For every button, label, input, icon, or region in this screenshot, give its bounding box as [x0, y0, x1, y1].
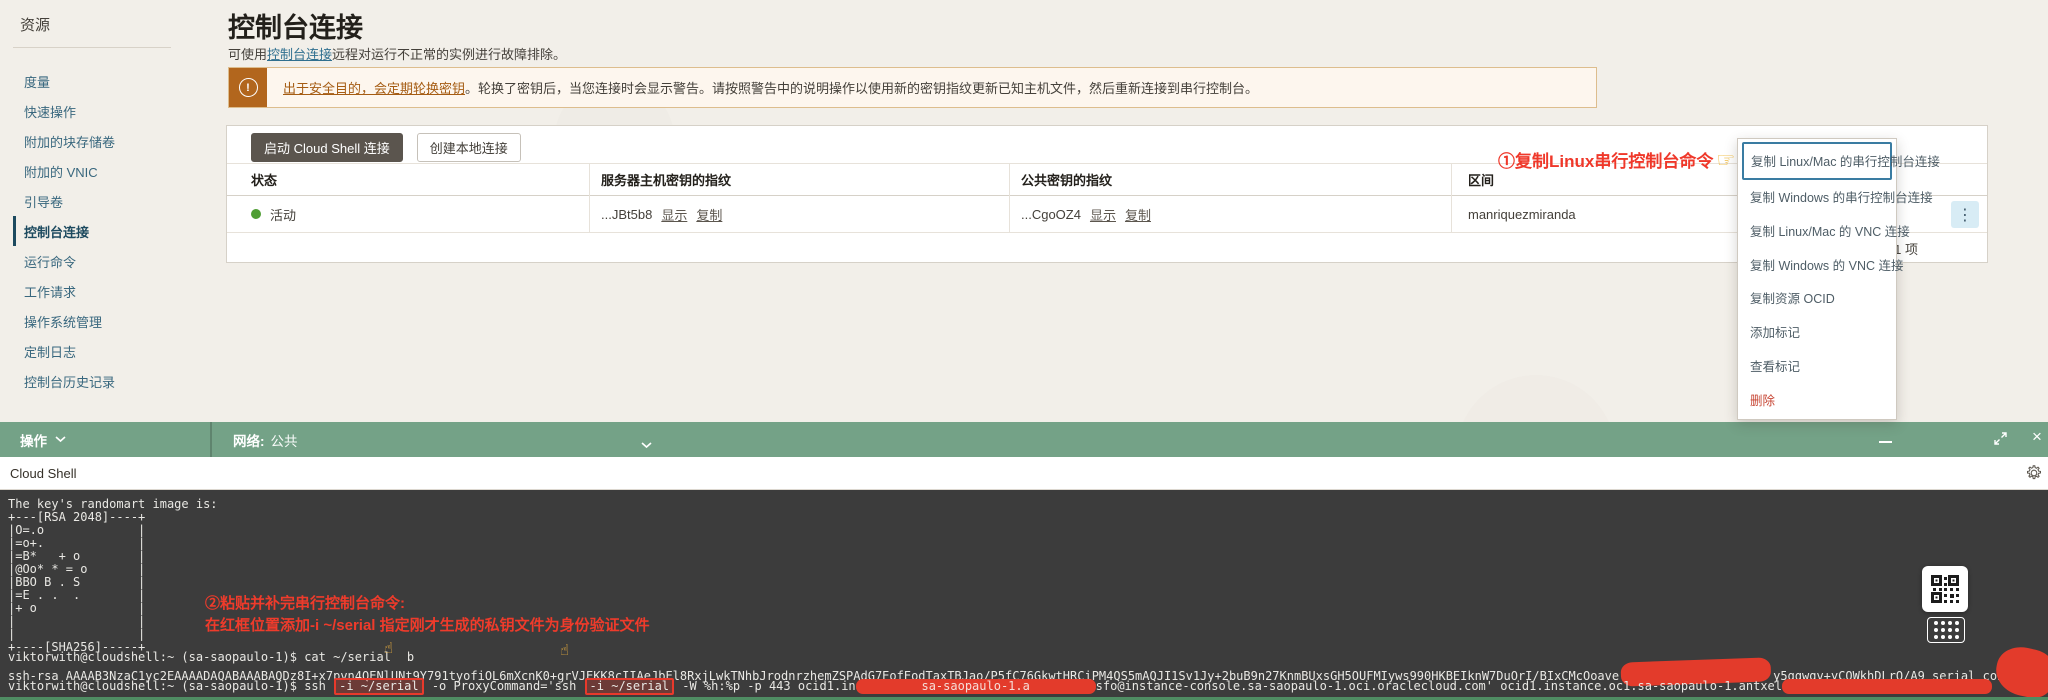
ssh-prompt-text: viktorwith@cloudshell:~ (sa-saopaulo-1)$…: [8, 680, 333, 693]
menu-item-copy-windows-serial[interactable]: 复制 Windows 的串行控制台连接: [1738, 180, 1896, 214]
public-fingerprint-show-link[interactable]: 显示: [1090, 205, 1116, 224]
pointing-right-icon: ☞: [1716, 148, 1735, 172]
actions-dropdown-button[interactable]: 操作: [20, 422, 66, 457]
cloud-shell-header: Cloud Shell: [0, 457, 2048, 490]
launch-cloud-shell-button[interactable]: 启动 Cloud Shell 连接: [251, 133, 403, 162]
sidebar-item-console-connection[interactable]: 控制台连接: [13, 216, 190, 246]
close-icon[interactable]: ×: [2032, 427, 2042, 447]
sidebar-title: 资源: [20, 14, 190, 35]
sidebar-item-run-command[interactable]: 运行命令: [13, 246, 190, 276]
expand-icon[interactable]: [1994, 432, 2007, 450]
key-rotation-link[interactable]: 出于安全目的，会定期轮换密钥: [283, 78, 465, 97]
qr-code-icon: [1931, 575, 1959, 603]
column-public-key-fingerprint: 公共密钥的指纹: [1021, 164, 1112, 195]
qr-code-widget[interactable]: [1922, 566, 1968, 612]
page-title: 控制台连接: [228, 6, 363, 45]
terminal-output: The key's randomart image is: +---[RSA 2…: [8, 498, 218, 654]
resources-sidebar: 资源 度量 快速操作 附加的块存储卷 附加的 VNIC 引导卷 控制台连接 运行…: [0, 0, 190, 396]
row-actions-kebab-icon[interactable]: ⋮: [1951, 201, 1979, 228]
chevron-down-icon: [641, 442, 652, 449]
menu-item-copy-linux-serial[interactable]: 复制 Linux/Mac 的串行控制台连接: [1742, 142, 1892, 180]
console-connections-card: 启动 Cloud Shell 连接 创建本地连接 状态 服务器主机密钥的指纹 公…: [226, 125, 1988, 263]
dots-grid-icon[interactable]: [1927, 617, 1965, 643]
console-connection-doc-link[interactable]: 控制台连接: [267, 47, 332, 62]
menu-item-view-tags[interactable]: 查看标记: [1738, 349, 1896, 383]
desc-suffix: 远程对运行不正常的实例进行故障排除。: [332, 47, 566, 62]
server-fingerprint-cell: ...JBt5b8 显示 复制: [601, 196, 722, 232]
redaction-scribble: [1782, 679, 1992, 694]
server-fingerprint-copy-link[interactable]: 复制: [696, 205, 722, 224]
table-row: 活动 ...JBt5b8 显示 复制 ...CgoOZ4 显示 复制 manri…: [227, 196, 1987, 233]
cloud-shell-title: Cloud Shell: [10, 466, 77, 481]
sidebar-item-attached-block-volumes[interactable]: 附加的块存储卷: [13, 126, 190, 156]
sidebar-item-os-management[interactable]: 操作系统管理: [13, 306, 190, 336]
instance-action-bar: 操作 网络: 公共 ×: [0, 422, 2048, 457]
public-fingerprint-value: ...CgoOZ4: [1021, 207, 1081, 222]
annotation-copy-linux-command: ①复制Linux串行控制台命令 ☞: [1498, 147, 1735, 172]
gear-icon[interactable]: [2026, 465, 2042, 484]
menu-item-delete[interactable]: 删除: [1738, 382, 1896, 416]
ssh-command-text: -W %h:%p -p 443 ocid1.in: [675, 680, 856, 693]
network-label: 网络:: [233, 430, 265, 450]
sidebar-item-custom-logs[interactable]: 定制日志: [13, 336, 190, 366]
terminal-cat-command-line: viktorwith@cloudshell:~ (sa-saopaulo-1)$…: [8, 651, 414, 664]
network-value: 公共: [271, 430, 298, 450]
sidebar-item-boot-volume[interactable]: 引导卷: [13, 186, 190, 216]
sidebar-item-console-history[interactable]: 控制台历史记录: [13, 366, 190, 396]
redaction-scribble: sa-saopaulo-1.a: [856, 679, 1096, 694]
annotation1-text: ①复制Linux串行控制台命令: [1498, 147, 1713, 172]
toolbar: 启动 Cloud Shell 连接 创建本地连接: [251, 133, 521, 162]
column-server-host-key-fingerprint: 服务器主机密钥的指纹: [601, 164, 731, 195]
status-active-dot: [251, 209, 261, 219]
sidebar-item-work-requests[interactable]: 工作请求: [13, 276, 190, 306]
create-local-connection-button[interactable]: 创建本地连接: [417, 133, 521, 162]
pointing-up-icon: ☝: [384, 642, 393, 655]
column-compartment: 区间: [1468, 164, 1494, 195]
annotation-paste-command-line1: ②粘贴并补完串行控制台命令:: [205, 597, 405, 610]
sidebar-nav: 度量 快速操作 附加的块存储卷 附加的 VNIC 引导卷 控制台连接 运行命令 …: [13, 66, 190, 396]
desc-prefix: 可使用: [228, 47, 267, 62]
sidebar-divider: [13, 47, 171, 48]
status-label: 活动: [270, 205, 296, 224]
cat-command-text: viktorwith@cloudshell:~ (sa-saopaulo-1)$…: [8, 651, 391, 664]
pointing-up-icon: ☝: [560, 644, 569, 657]
minimize-icon[interactable]: [1879, 441, 1892, 443]
status-cell: 活动: [251, 196, 296, 232]
identity-flag-highlight: -i ~/serial: [334, 678, 423, 695]
ssh-command-text: -o ProxyCommand='ssh: [425, 680, 584, 693]
menu-item-copy-resource-ocid[interactable]: 复制资源 OCID: [1738, 281, 1896, 315]
row-actions-menu: 复制 Linux/Mac 的串行控制台连接 复制 Windows 的串行控制台连…: [1737, 138, 1897, 420]
server-fingerprint-value: ...JBt5b8: [601, 207, 652, 222]
sidebar-item-metrics[interactable]: 度量: [13, 66, 190, 96]
chevron-down-icon: [55, 436, 66, 443]
page-description: 可使用控制台连接远程对运行不正常的实例进行故障排除。: [228, 44, 566, 63]
network-collapse-chevron[interactable]: [641, 436, 652, 454]
annotation-paste-command-line2: 在红框位置添加-i ~/serial 指定刚才生成的私钥文件为身份验证文件: [205, 619, 650, 632]
action-bar-divider: [210, 422, 212, 457]
redaction-scribble: [1992, 642, 2048, 697]
menu-item-add-tags[interactable]: 添加标记: [1738, 315, 1896, 349]
cat-command-tail: b: [407, 651, 414, 664]
warning-iconbox: !: [229, 68, 267, 107]
column-status: 状态: [251, 164, 277, 195]
compartment-cell: manriquezmiranda: [1468, 196, 1576, 232]
sidebar-item-quick-actions[interactable]: 快速操作: [13, 96, 190, 126]
public-fingerprint-copy-link[interactable]: 复制: [1125, 205, 1151, 224]
warning-icon: !: [239, 78, 258, 97]
warning-rest: 。轮换了密钥后，当您连接时会显示警告。请按照警告中的说明操作以使用新的密钥指纹更…: [465, 78, 1258, 97]
network-section-header: 网络: 公共: [233, 422, 298, 457]
ssh-command-text: sfo@instance-console.sa-saopaulo-1.oci.o…: [1096, 680, 1782, 693]
server-fingerprint-show-link[interactable]: 显示: [661, 205, 687, 224]
warning-text: 出于安全目的，会定期轮换密钥。轮换了密钥后，当您连接时会显示警告。请按照警告中的…: [267, 68, 1258, 107]
sidebar-item-attached-vnics[interactable]: 附加的 VNIC: [13, 156, 190, 186]
menu-item-copy-windows-vnc[interactable]: 复制 Windows 的 VNC 连接: [1738, 247, 1896, 281]
actions-label: 操作: [20, 430, 47, 450]
public-fingerprint-cell: ...CgoOZ4 显示 复制: [1021, 196, 1151, 232]
menu-item-copy-linux-vnc[interactable]: 复制 Linux/Mac 的 VNC 连接: [1738, 214, 1896, 248]
terminal-ssh-command-line: viktorwith@cloudshell:~ (sa-saopaulo-1)$…: [8, 678, 1992, 695]
security-warning-banner: ! 出于安全目的，会定期轮换密钥。轮换了密钥后，当您连接时会显示警告。请按照警告…: [228, 67, 1597, 108]
cloud-shell-terminal[interactable]: The key's randomart image is: +---[RSA 2…: [0, 490, 2048, 697]
identity-flag-highlight: -i ~/serial: [585, 678, 674, 695]
